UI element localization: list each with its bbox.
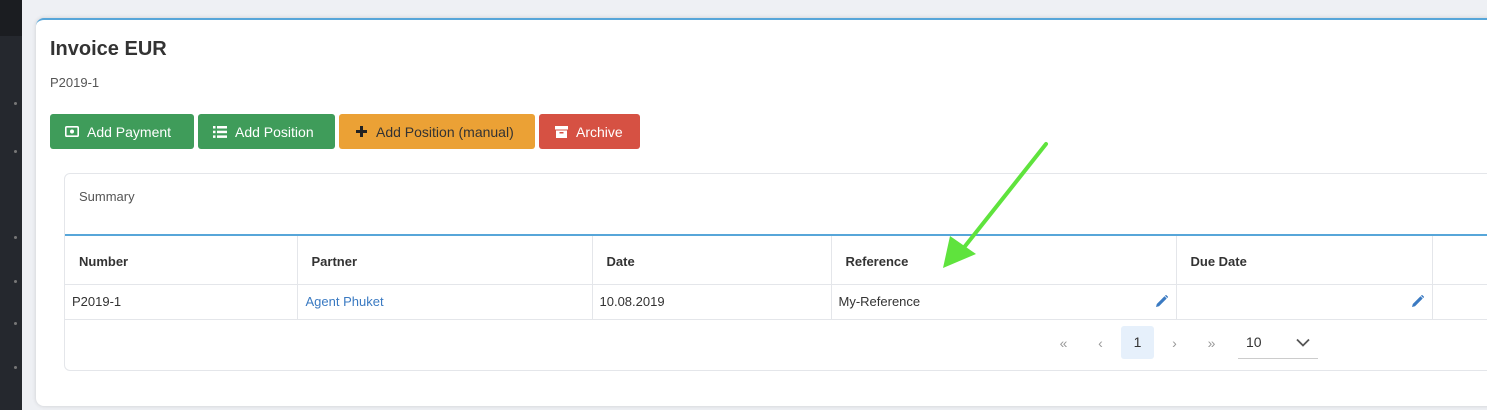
page-1-button[interactable]: 1	[1121, 326, 1154, 359]
column-header-reference[interactable]: Reference	[831, 236, 1177, 285]
action-toolbar: Add Payment Add Position Add Position (m…	[50, 114, 640, 149]
edit-due-date-pencil-icon[interactable]	[1411, 294, 1424, 308]
sidebar-dot	[14, 236, 17, 239]
pagination: « ‹ 1 › » 10	[1045, 326, 1318, 359]
summary-table-container: Number Partner Date Reference Due Date P…	[65, 234, 1487, 320]
add-payment-button[interactable]: Add Payment	[50, 114, 194, 149]
partner-link-text[interactable]: Agent Phuket	[306, 294, 384, 309]
add-position-manual-button[interactable]: Add Position (manual)	[339, 114, 535, 149]
first-page-button[interactable]: «	[1045, 335, 1082, 351]
column-header-number[interactable]: Number	[65, 236, 298, 285]
edit-reference-pencil-icon[interactable]	[1155, 294, 1168, 308]
sidebar-dot	[14, 150, 17, 153]
cell-reference: My-Reference	[831, 284, 1177, 320]
summary-title: Summary	[79, 189, 135, 204]
column-header-date[interactable]: Date	[592, 236, 832, 285]
sidebar-dot	[14, 322, 17, 325]
column-header-extra	[1432, 236, 1487, 285]
list-icon	[213, 125, 227, 139]
archive-icon	[554, 125, 568, 139]
page-size-value: 10	[1246, 334, 1262, 350]
next-page-button[interactable]: ›	[1156, 335, 1193, 351]
sidebar-dot	[14, 280, 17, 283]
cell-extra	[1432, 284, 1487, 320]
prev-page-button[interactable]: ‹	[1082, 335, 1119, 351]
table-row: P2019-1 Agent Phuket 10.08.2019 My-Refer…	[65, 284, 1487, 320]
column-header-partner[interactable]: Partner	[297, 236, 593, 285]
summary-table: Number Partner Date Reference Due Date P…	[65, 236, 1487, 320]
add-position-label: Add Position	[235, 123, 314, 140]
cell-date: 10.08.2019	[592, 284, 832, 320]
cell-number: P2019-1	[65, 284, 298, 320]
cell-due-date	[1176, 284, 1433, 320]
last-page-button[interactable]: »	[1193, 335, 1230, 351]
archive-label: Archive	[576, 123, 623, 140]
sidebar-dot	[14, 102, 17, 105]
chevron-down-icon	[1296, 334, 1310, 350]
summary-panel: Summary Number Partner Date Reference Du…	[64, 173, 1487, 371]
sidebar-dot	[14, 366, 17, 369]
money-icon	[65, 125, 79, 139]
app-sidebar	[0, 0, 22, 410]
invoice-number: P2019-1	[50, 75, 100, 90]
reference-value: My-Reference	[838, 294, 921, 309]
add-position-button[interactable]: Add Position	[198, 114, 335, 149]
archive-button[interactable]: Archive	[539, 114, 640, 149]
column-header-due-date[interactable]: Due Date	[1176, 236, 1433, 285]
plus-icon	[354, 125, 368, 139]
invoice-card: Invoice EUR P2019-1 Add Payment Add Posi…	[36, 18, 1487, 406]
table-header-row: Number Partner Date Reference Due Date	[65, 236, 1487, 285]
page-size-select[interactable]: 10	[1238, 326, 1318, 359]
add-payment-label: Add Payment	[87, 123, 172, 140]
add-position-manual-label: Add Position (manual)	[376, 123, 514, 140]
page-title: Invoice EUR	[50, 38, 167, 60]
partner-link[interactable]: Agent Phuket	[297, 284, 593, 320]
